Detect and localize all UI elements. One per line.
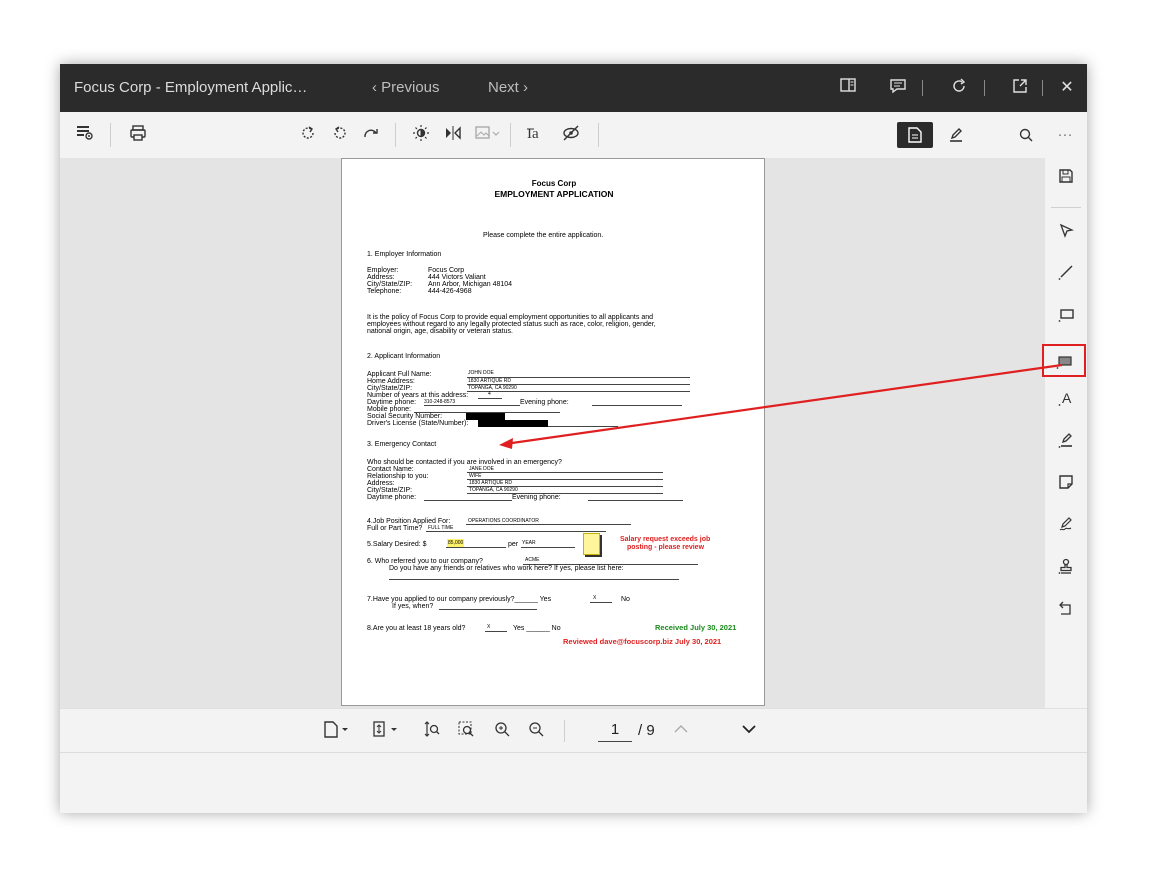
callout-arrow <box>499 363 1063 449</box>
